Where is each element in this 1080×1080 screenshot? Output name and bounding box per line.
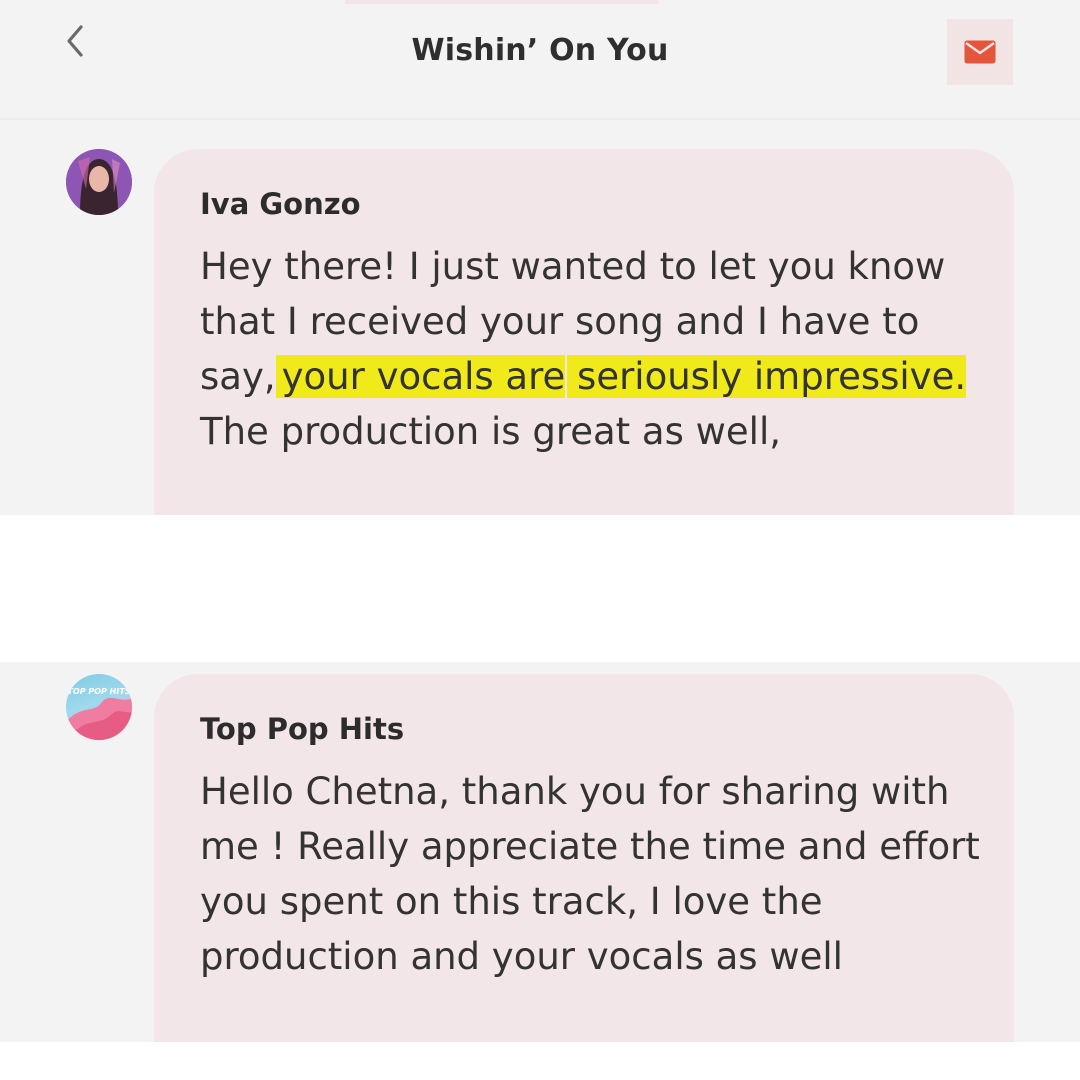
message-bubble: Iva Gonzo Hey there! I just wanted to le… [154, 149, 1014, 515]
mail-button[interactable] [947, 19, 1013, 85]
envelope-icon [964, 40, 996, 64]
page-title: Wishin’ On You [411, 33, 669, 68]
header-accent-strip [345, 0, 659, 4]
avatar[interactable] [66, 149, 132, 215]
highlighted-text: your vocals are [275, 355, 566, 398]
message-text-end: The production is great as well, [200, 410, 781, 453]
sender-name: Iva Gonzo [200, 187, 361, 221]
person-avatar-icon [66, 149, 132, 215]
conversation-panel-bottom: TOP POP HITS Top Pop Hits Hello Chetna, … [0, 662, 1080, 1042]
avatar[interactable]: TOP POP HITS [66, 674, 132, 740]
avatar-text: TOP POP HITS [67, 687, 130, 696]
app-header: Wishin’ On You [0, 0, 1080, 120]
sender-name: Top Pop Hits [200, 712, 405, 746]
highlighted-text: seriously impressive. [567, 355, 967, 398]
message-text: Hello Chetna, thank you for sharing with… [200, 770, 980, 978]
conversation-panel-top: Wishin’ On You Iva Gonzo Hey there! I ju… [0, 0, 1080, 515]
message-bubble: Top Pop Hits Hello Chetna, thank you for… [154, 674, 1014, 1042]
message-text: Hey there! I just wanted to let you know… [200, 239, 1000, 459]
playlist-cover-icon: TOP POP HITS [66, 687, 132, 740]
